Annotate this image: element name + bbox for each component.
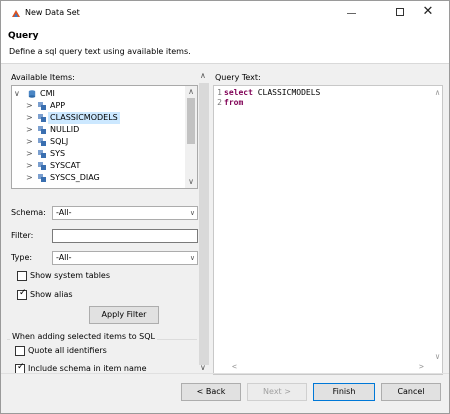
schema-icon [38, 114, 46, 122]
filter-input[interactable] [52, 229, 198, 243]
sql-keyword: from [224, 98, 244, 107]
new-data-set-dialog: New Data Set ✕ Query Define a sql query … [0, 0, 450, 414]
query-line: 1 select CLASSICMODELS [214, 88, 320, 98]
schema-select-value: -All- [56, 208, 72, 217]
query-panel: Query Text: 1 select CLASSICMODELS 2 from … [211, 71, 443, 381]
schema-icon [38, 126, 46, 134]
checkmark-icon: ✓ [17, 362, 25, 372]
back-button[interactable]: < Back [181, 383, 241, 401]
checkmark-icon: ✓ [19, 288, 27, 298]
query-text-label: Query Text: [215, 73, 261, 82]
tree-item-label: NULLID [50, 125, 80, 134]
tree-item-label: CMI [40, 89, 55, 98]
tree-item-label: SYSCAT [50, 161, 81, 170]
editor-scroll-down-icon[interactable]: ∨ [435, 352, 440, 361]
expand-icon[interactable]: > [26, 160, 34, 172]
schema-icon [38, 174, 46, 182]
filter-label: Filter: [11, 231, 34, 240]
panel-splitter[interactable]: ∧ ∨ [199, 71, 209, 381]
quote-all-identifiers-checkbox[interactable] [15, 346, 25, 356]
title-bar: New Data Set ✕ [1, 1, 449, 25]
apply-filter-button[interactable]: Apply Filter [89, 306, 159, 324]
window-title: New Data Set [25, 8, 80, 17]
splitter-bar[interactable] [199, 83, 209, 365]
collapse-icon[interactable]: ∨ [14, 88, 22, 100]
tree-item-label: SYS [50, 149, 66, 158]
collapse-up-icon[interactable]: ∧ [200, 71, 206, 80]
schema-icon [38, 138, 46, 146]
tree-item-label: SQLJ [50, 137, 69, 146]
line-number: 2 [217, 98, 222, 107]
collapse-down-icon[interactable]: ∨ [200, 363, 206, 372]
type-select-value: -All- [56, 253, 72, 262]
cancel-button[interactable]: Cancel [381, 383, 441, 401]
show-alias-label: Show alias [30, 290, 73, 299]
minimize-button[interactable] [331, 1, 371, 25]
include-schema-label: Include schema in item name [28, 364, 147, 373]
query-editor[interactable]: 1 select CLASSICMODELS 2 from ∧ ∨ < > [213, 85, 443, 375]
schema-icon [38, 162, 46, 170]
close-button[interactable]: ✕ [413, 1, 443, 25]
tree-item-label: CLASSICMODELS [48, 112, 120, 124]
scroll-thumb[interactable] [187, 98, 195, 144]
finish-button[interactable]: Finish [313, 383, 375, 401]
available-items-tree[interactable]: ∨ CMI > APP > CLASSICMODELS > NULLID > S… [11, 85, 198, 189]
expand-icon[interactable]: > [26, 136, 34, 148]
sql-text: CLASSICMODELS [252, 88, 321, 97]
scroll-left-icon[interactable]: < [232, 362, 237, 371]
database-icon [28, 90, 36, 98]
add-options-label: When adding selected items to SQL [10, 332, 157, 341]
chevron-down-icon: ∨ [189, 209, 195, 217]
show-system-tables-label: Show system tables [30, 271, 111, 280]
scroll-down-icon[interactable]: ∨ [185, 176, 197, 188]
schema-icon [38, 102, 46, 110]
tree-vertical-scrollbar[interactable]: ∧ ∨ [185, 86, 197, 188]
page-title: Query [8, 31, 39, 41]
close-icon: ✕ [422, 4, 434, 19]
wizard-header: Query Define a sql query text using avai… [1, 25, 449, 64]
next-button[interactable]: Next > [247, 383, 307, 401]
quote-all-identifiers-label: Quote all identifiers [28, 346, 107, 355]
expand-icon[interactable]: > [26, 124, 34, 136]
query-line: 2 from [214, 98, 243, 108]
expand-icon[interactable]: > [26, 100, 34, 112]
sql-keyword: select [224, 88, 253, 97]
expand-icon[interactable]: > [26, 112, 34, 124]
expand-icon[interactable]: > [26, 148, 34, 160]
birt-app-icon [12, 10, 20, 17]
chevron-down-icon: ∨ [189, 254, 195, 262]
show-system-tables-checkbox[interactable] [17, 271, 27, 281]
scroll-right-icon[interactable]: > [419, 362, 424, 371]
expand-icon[interactable]: > [26, 172, 34, 184]
tree-item-label: SYSCS_DIAG [50, 173, 100, 182]
schema-icon [38, 150, 46, 158]
editor-scroll-up-icon[interactable]: ∧ [435, 88, 440, 97]
page-description: Define a sql query text using available … [9, 47, 191, 56]
show-alias-checkbox[interactable]: ✓ [17, 288, 27, 300]
schema-label: Schema: [11, 208, 46, 217]
type-label: Type: [11, 253, 33, 262]
schema-select[interactable]: -All- ∨ [52, 206, 198, 220]
scroll-up-icon[interactable]: ∧ [185, 86, 197, 98]
line-number: 1 [217, 88, 222, 97]
type-select[interactable]: -All- ∨ [52, 251, 198, 265]
tree-item-label: APP [50, 101, 66, 110]
footer-divider [1, 373, 449, 374]
minimize-icon [347, 13, 356, 14]
maximize-icon [396, 8, 404, 16]
available-items-label: Available Items: [11, 73, 75, 82]
